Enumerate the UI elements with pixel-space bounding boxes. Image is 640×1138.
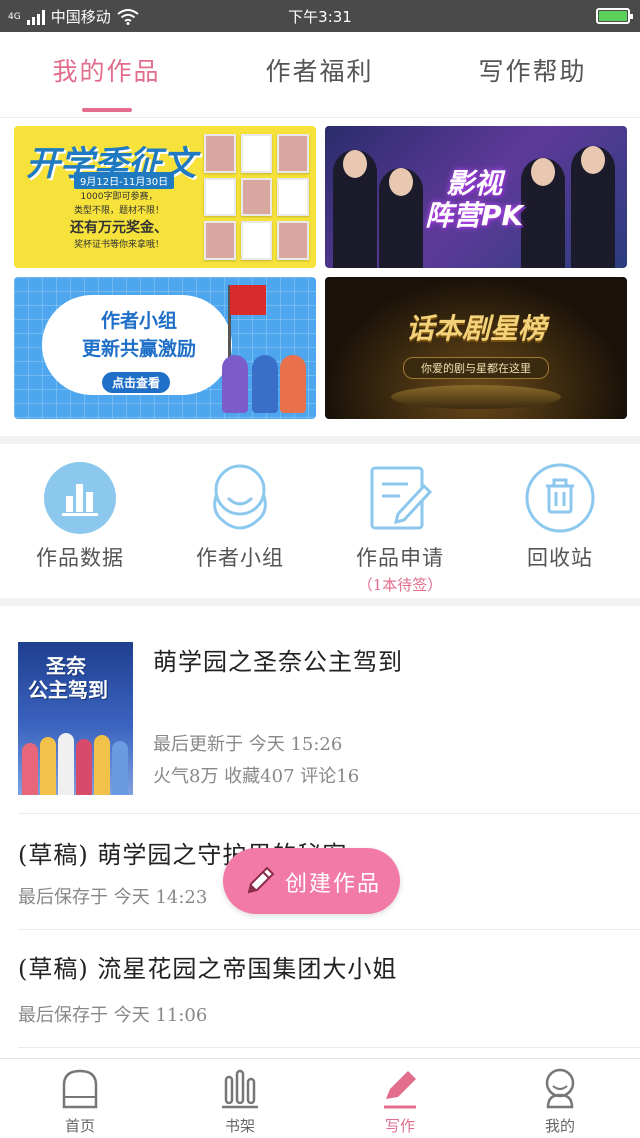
book-cover: 圣奈 公主驾到 — [18, 642, 133, 795]
cover-illustration — [18, 725, 133, 795]
banner-drama-pk[interactable]: 影视 阵营PK — [325, 126, 627, 268]
edit-document-icon — [364, 462, 436, 534]
banner-person — [379, 168, 423, 268]
action-author-group[interactable]: 作者小组 — [160, 462, 320, 572]
cartoon-kid — [280, 355, 306, 413]
create-work-button[interactable]: 创建作品 — [223, 848, 400, 914]
banner-photo-grid — [204, 134, 309, 260]
pencil-icon — [247, 866, 275, 894]
trash-icon — [524, 462, 596, 534]
action-label: 作品数据 — [36, 546, 124, 570]
work-last-saved: 最后保存于 今天 11:06 — [18, 1005, 208, 1026]
desc-line: 类型不限，题材不限！ — [73, 206, 164, 216]
home-icon — [60, 1067, 100, 1109]
cover-title: 圣奈 公主驾到 — [28, 654, 108, 702]
work-last-update: 最后更新于 今天 15:26 — [153, 734, 343, 755]
banner-title-line: 影视 — [446, 167, 503, 200]
banner-person — [333, 150, 377, 268]
cartoon-kid — [222, 355, 248, 413]
banner-title: 话本剧星榜 — [405, 312, 546, 345]
cover-title-line: 公主驾到 — [28, 678, 108, 702]
section-divider — [0, 598, 640, 606]
pending-sign-count: （1本待签） — [357, 576, 443, 594]
banner-subtitle: 你爱的剧与星都在这里 — [403, 357, 549, 379]
create-work-label: 创建作品 — [285, 872, 382, 897]
flag-icon — [230, 285, 266, 315]
tab-writing-help[interactable]: 写作帮助 — [426, 52, 639, 88]
banner-description: 1000字即可参赛， 类型不限，题材不限！ 还有万元奖金、 奖杯证书等你来拿哦！ — [44, 190, 194, 252]
nav-label: 我的 — [544, 1117, 575, 1135]
bottom-nav: 首页 书架 写作 我的 — [0, 1058, 640, 1138]
banner-date: 9月12日-11月30日 — [74, 172, 175, 189]
tab-author-benefits[interactable]: 作者福利 — [213, 52, 426, 88]
bar-chart-icon — [44, 462, 116, 534]
stage-graphic — [391, 385, 561, 409]
action-work-application[interactable]: 作品申请 （1本待签） — [320, 462, 480, 595]
nav-home[interactable]: 首页 — [0, 1067, 160, 1136]
action-label: 作者小组 — [196, 546, 284, 570]
work-last-saved: 最后保存于 今天 14:23 — [18, 887, 208, 908]
banner-person — [571, 146, 615, 268]
group-icon — [204, 462, 276, 534]
nav-write[interactable]: 写作 — [320, 1067, 480, 1136]
banner-author-group[interactable]: 作者小组 更新共赢激励 点击查看 — [14, 277, 316, 419]
banner-drama-star-rank[interactable]: 话本剧星榜 你爱的剧与星都在这里 — [325, 277, 627, 419]
desc-line: 1000字即可参赛， — [80, 192, 158, 202]
banner-view-button[interactable]: 点击查看 — [102, 372, 171, 393]
profile-icon — [540, 1067, 580, 1109]
work-item[interactable]: (草稿) 流星花园之帝国集团大小姐 最后保存于 今天 11:06 — [18, 931, 640, 1048]
banner-title: 影视 阵营PK — [425, 168, 523, 232]
banner-title: 作者小组 更新共赢激励 — [54, 307, 224, 363]
action-label: 回收站 — [527, 546, 593, 570]
section-divider — [0, 436, 640, 444]
banner-title-line: 更新共赢激励 — [81, 338, 196, 360]
work-item[interactable]: 圣奈 公主驾到 萌学园之圣奈公主驾到 最后更新于 今天 15:26 火气8万 收… — [18, 606, 640, 814]
clock: 下午3:31 — [288, 8, 352, 26]
work-stats: 火气8万 收藏407 评论16 — [153, 766, 360, 787]
action-label: 作品申请 — [356, 546, 444, 570]
nav-label: 首页 — [64, 1117, 95, 1135]
banner-person — [521, 158, 565, 268]
tab-indicator — [82, 108, 132, 112]
action-recycle-bin[interactable]: 回收站 — [480, 462, 640, 572]
work-title: 萌学园之圣奈公主驾到 — [153, 648, 403, 676]
desc-line: 奖杯证书等你来拿哦！ — [73, 240, 164, 250]
banner-title-line: 作者小组 — [100, 310, 177, 332]
top-tabs: 我的作品 作者福利 写作帮助 — [0, 32, 640, 118]
work-title: (草稿) 流星花园之帝国集团大小姐 — [18, 955, 398, 983]
banner-title-line: 阵营PK — [425, 199, 524, 232]
desc-line: 还有万元奖金、 — [70, 220, 168, 236]
bookshelf-icon — [220, 1067, 260, 1109]
pen-icon — [380, 1067, 420, 1109]
nav-profile[interactable]: 我的 — [480, 1067, 640, 1136]
nav-label: 写作 — [384, 1117, 415, 1135]
status-bar: 4G 中国移动 下午3:31 — [0, 0, 640, 32]
tab-my-works[interactable]: 我的作品 — [0, 52, 213, 88]
nav-bookshelf[interactable]: 书架 — [160, 1067, 320, 1136]
cover-title-line: 圣奈 — [46, 654, 86, 678]
battery-icon — [596, 8, 633, 24]
nav-label: 书架 — [224, 1117, 255, 1135]
banner-school-contest[interactable]: 开学季征文 9月12日-11月30日 1000字即可参赛， 类型不限，题材不限！… — [14, 126, 316, 268]
action-work-data[interactable]: 作品数据 — [0, 462, 160, 572]
cartoon-kid — [252, 355, 278, 413]
